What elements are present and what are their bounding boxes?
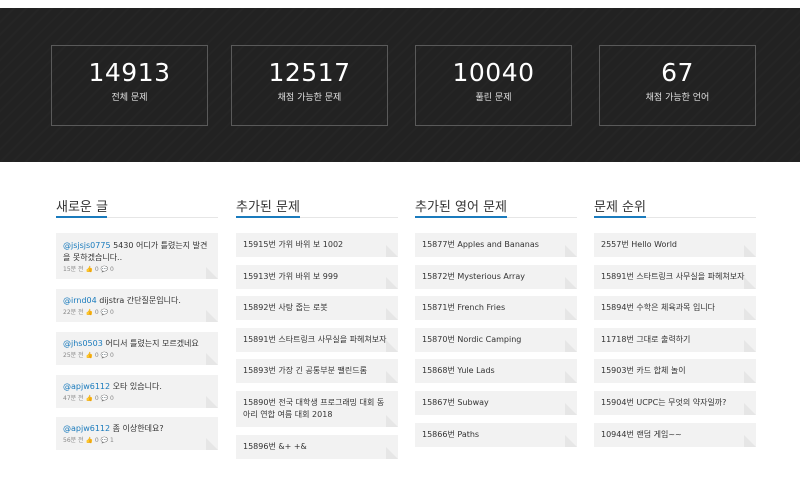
stat-value: 14913 (88, 58, 171, 87)
new-posts-column: 새로운 글 @jsjsjs0775 5430 어디가 틀렸는지 발견을 못하겠습… (56, 196, 218, 450)
post-card[interactable]: @irnd04 dijstra 간단질문입니다. 22분 전 👍 0 💬 0 (56, 289, 218, 322)
top-strip (0, 0, 800, 8)
problem-link[interactable]: 15877번 Apples and Bananas (422, 239, 569, 251)
post-meta: 47분 전 👍 0 💬 0 (63, 395, 114, 402)
stat-label: 전체 문제 (111, 93, 148, 103)
problem-card[interactable]: 15891번 스타트링크 사무실을 파헤쳐보자 (594, 265, 756, 289)
stat-label: 채점 가능한 문제 (277, 93, 342, 103)
problem-link[interactable]: 15867번 Subway (422, 397, 569, 409)
problem-link[interactable]: 15903번 카드 합체 놀이 (601, 365, 748, 377)
title-underline (594, 216, 646, 218)
problem-link[interactable]: 15891번 스타트링크 사무실을 파헤쳐보자 (601, 271, 748, 283)
problem-link[interactable]: 15871번 French Fries (422, 302, 569, 314)
problem-card[interactable]: 15867번 Subway (415, 391, 577, 415)
problem-ranking-column: 문제 순위 2557번 Hello World 15891번 스타트링크 사무실… (594, 196, 756, 447)
problem-card[interactable]: 15894번 수학은 체육과목 입니다 (594, 296, 756, 320)
post-body: @jhs0503 어디서 틀렸는지 모르겠네요 25분 전 👍 0 💬 0 (63, 338, 210, 360)
post-card[interactable]: @apjw6112 좀 이상한데요? 56분 전 👍 0 💬 1 (56, 417, 218, 450)
problem-link[interactable]: 15894번 수학은 체육과목 입니다 (601, 302, 748, 314)
title-underline (236, 216, 300, 218)
problem-card[interactable]: 15866번 Paths (415, 423, 577, 447)
problem-link[interactable]: 10944번 랜덤 게임~~ (601, 429, 748, 441)
problem-link[interactable]: 15891번 스타트링크 사무실을 파헤쳐보자 (243, 334, 390, 346)
post-meta: 25분 전 👍 0 💬 0 (63, 352, 114, 359)
post-body: @jsjsjs0775 5430 어디가 틀렸는지 발견을 못하겠습니다.. 1… (63, 240, 210, 274)
stat-total-problems[interactable]: 14913 전체 문제 (51, 45, 208, 126)
post-meta: 15분 전 👍 0 💬 0 (63, 266, 114, 273)
problem-link[interactable]: 15915번 가위 바위 보 1002 (243, 239, 390, 251)
added-problems-header: 추가된 문제 (236, 196, 398, 218)
problem-card[interactable]: 15915번 가위 바위 보 1002 (236, 233, 398, 257)
added-problems-title: 추가된 문제 (236, 200, 300, 215)
problem-link[interactable]: 15870번 Nordic Camping (422, 334, 569, 346)
post-title[interactable]: 좀 이상한데요? (110, 424, 164, 433)
added-english-title: 추가된 영어 문제 (415, 200, 507, 215)
problem-card[interactable]: 15896번 &+ +& (236, 435, 398, 459)
problem-card[interactable]: 15892번 사탕 줍는 로봇 (236, 296, 398, 320)
problem-card[interactable]: 15870번 Nordic Camping (415, 328, 577, 352)
post-card[interactable]: @jsjsjs0775 5430 어디가 틀렸는지 발견을 못하겠습니다.. 1… (56, 233, 218, 279)
added-english-header: 추가된 영어 문제 (415, 196, 577, 218)
problem-link[interactable]: 11718번 그대로 출력하기 (601, 334, 748, 346)
new-posts-header: 새로운 글 (56, 196, 218, 218)
problem-card[interactable]: 10944번 랜덤 게임~~ (594, 423, 756, 447)
problem-link[interactable]: 2557번 Hello World (601, 239, 748, 251)
problem-link[interactable]: 15872번 Mysterious Array (422, 271, 569, 283)
post-title[interactable]: 어디서 틀렸는지 모르겠네요 (103, 339, 198, 348)
post-author-link[interactable]: @apjw6112 (63, 424, 110, 433)
post-body: @apjw6112 오타 있습니다. 47분 전 👍 0 💬 0 (63, 381, 210, 403)
problem-card[interactable]: 15877번 Apples and Bananas (415, 233, 577, 257)
new-posts-title: 새로운 글 (56, 200, 108, 215)
problem-link[interactable]: 15866번 Paths (422, 429, 569, 441)
problem-card[interactable]: 15868번 Yule Lads (415, 359, 577, 383)
post-meta: 22분 전 👍 0 💬 0 (63, 309, 114, 316)
post-title[interactable]: 오타 있습니다. (110, 382, 162, 391)
stat-value: 12517 (268, 58, 351, 87)
post-author-link[interactable]: @irnd04 (63, 296, 97, 305)
added-problems-column: 추가된 문제 15915번 가위 바위 보 1002 15913번 가위 바위 … (236, 196, 398, 459)
problem-link[interactable]: 15893번 가장 긴 공통부분 팰린드롬 (243, 365, 390, 377)
problem-link[interactable]: 15892번 사탕 줍는 로봇 (243, 302, 390, 314)
problem-card[interactable]: 15893번 가장 긴 공통부분 팰린드롬 (236, 359, 398, 383)
stat-label: 풀린 문제 (475, 93, 512, 103)
stat-gradable-problems[interactable]: 12517 채점 가능한 문제 (231, 45, 388, 126)
post-body: @irnd04 dijstra 간단질문입니다. 22분 전 👍 0 💬 0 (63, 295, 210, 317)
stat-solved-problems[interactable]: 10040 풀린 문제 (415, 45, 572, 126)
stat-label: 채점 가능한 언어 (645, 93, 710, 103)
problem-link[interactable]: 15913번 가위 바위 보 999 (243, 271, 390, 283)
title-underline (415, 216, 507, 218)
problem-link[interactable]: 15890번 전국 대학생 프로그래밍 대회 동아리 연합 여름 대회 2018 (243, 397, 390, 421)
problem-card[interactable]: 15871번 French Fries (415, 296, 577, 320)
post-card[interactable]: @jhs0503 어디서 틀렸는지 모르겠네요 25분 전 👍 0 💬 0 (56, 332, 218, 365)
post-body: @apjw6112 좀 이상한데요? 56분 전 👍 0 💬 1 (63, 423, 210, 445)
post-author-link[interactable]: @jhs0503 (63, 339, 103, 348)
problem-card[interactable]: 15904번 UCPC는 무엇의 약자일까? (594, 391, 756, 415)
added-english-column: 추가된 영어 문제 15877번 Apples and Bananas 1587… (415, 196, 577, 447)
stat-value: 10040 (452, 58, 535, 87)
problem-card[interactable]: 11718번 그대로 출력하기 (594, 328, 756, 352)
problem-card[interactable]: 15903번 카드 합체 놀이 (594, 359, 756, 383)
post-author-link[interactable]: @jsjsjs0775 (63, 241, 111, 250)
stat-languages[interactable]: 67 채점 가능한 언어 (599, 45, 756, 126)
title-underline (56, 216, 107, 218)
stat-value: 67 (661, 58, 694, 87)
problem-ranking-title: 문제 순위 (594, 200, 646, 215)
problem-card[interactable]: 15891번 스타트링크 사무실을 파헤쳐보자 (236, 328, 398, 352)
post-author-link[interactable]: @apjw6112 (63, 382, 110, 391)
post-card[interactable]: @apjw6112 오타 있습니다. 47분 전 👍 0 💬 0 (56, 375, 218, 408)
problem-card[interactable]: 2557번 Hello World (594, 233, 756, 257)
problem-card[interactable]: 15872번 Mysterious Array (415, 265, 577, 289)
post-meta: 56분 전 👍 0 💬 1 (63, 437, 114, 444)
problem-card[interactable]: 15890번 전국 대학생 프로그래밍 대회 동아리 연합 여름 대회 2018 (236, 391, 398, 427)
problem-card[interactable]: 15913번 가위 바위 보 999 (236, 265, 398, 289)
problem-link[interactable]: 15904번 UCPC는 무엇의 약자일까? (601, 397, 748, 409)
problem-ranking-header: 문제 순위 (594, 196, 756, 218)
problem-link[interactable]: 15868번 Yule Lads (422, 365, 569, 377)
stats-banner: 14913 전체 문제 12517 채점 가능한 문제 10040 풀린 문제 … (0, 8, 800, 162)
post-title[interactable]: dijstra 간단질문입니다. (97, 296, 181, 305)
problem-link[interactable]: 15896번 &+ +& (243, 441, 390, 453)
